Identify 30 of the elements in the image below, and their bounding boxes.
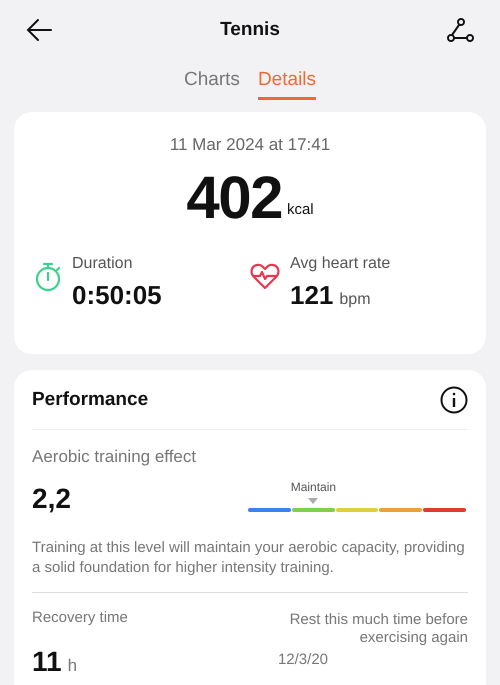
back-arrow-icon bbox=[26, 18, 52, 42]
level-marker-icon bbox=[308, 498, 318, 504]
stat-value: 0:50:05 bbox=[72, 278, 162, 312]
metric-unit: h bbox=[68, 655, 78, 677]
stat-label: Duration bbox=[72, 254, 134, 274]
tab[interactable]: Charts bbox=[184, 64, 240, 100]
metric-value: 11 bbox=[32, 645, 62, 679]
page-title: Tennis bbox=[220, 18, 280, 42]
route-button[interactable] bbox=[446, 17, 474, 43]
back-button[interactable] bbox=[26, 18, 54, 42]
metric-value: 2,2 bbox=[32, 482, 71, 516]
stat-value: 121 bbox=[290, 278, 334, 312]
stat-unit: bpm bbox=[339, 290, 371, 310]
level-label: Maintain bbox=[290, 478, 336, 496]
heart-pulse-icon bbox=[250, 262, 280, 290]
metric-description: Training at this level will maintain your aerobic capacity, providing a solid foundation for higher intensity training. bbox=[32, 538, 468, 592]
info-button[interactable] bbox=[440, 386, 468, 414]
metric-label: Aerobic training effect bbox=[32, 446, 196, 466]
calories-value: 402 bbox=[186, 166, 282, 230]
section-title: Performance bbox=[32, 388, 148, 412]
recovery-note: Rest this much time before exercising again bbox=[288, 610, 468, 646]
calories-unit: kcal bbox=[286, 200, 314, 220]
workout-date: 11 Mar 2024 at 17:41 bbox=[170, 134, 330, 156]
route-icon bbox=[446, 17, 474, 43]
metric-label: Recovery time bbox=[32, 608, 128, 628]
recovery-until: 12/3/20 bbox=[278, 650, 328, 670]
stat-label: Avg heart rate bbox=[290, 254, 390, 274]
info-icon bbox=[440, 386, 468, 414]
tab[interactable]: Details bbox=[258, 64, 316, 100]
stopwatch-icon bbox=[34, 262, 62, 292]
